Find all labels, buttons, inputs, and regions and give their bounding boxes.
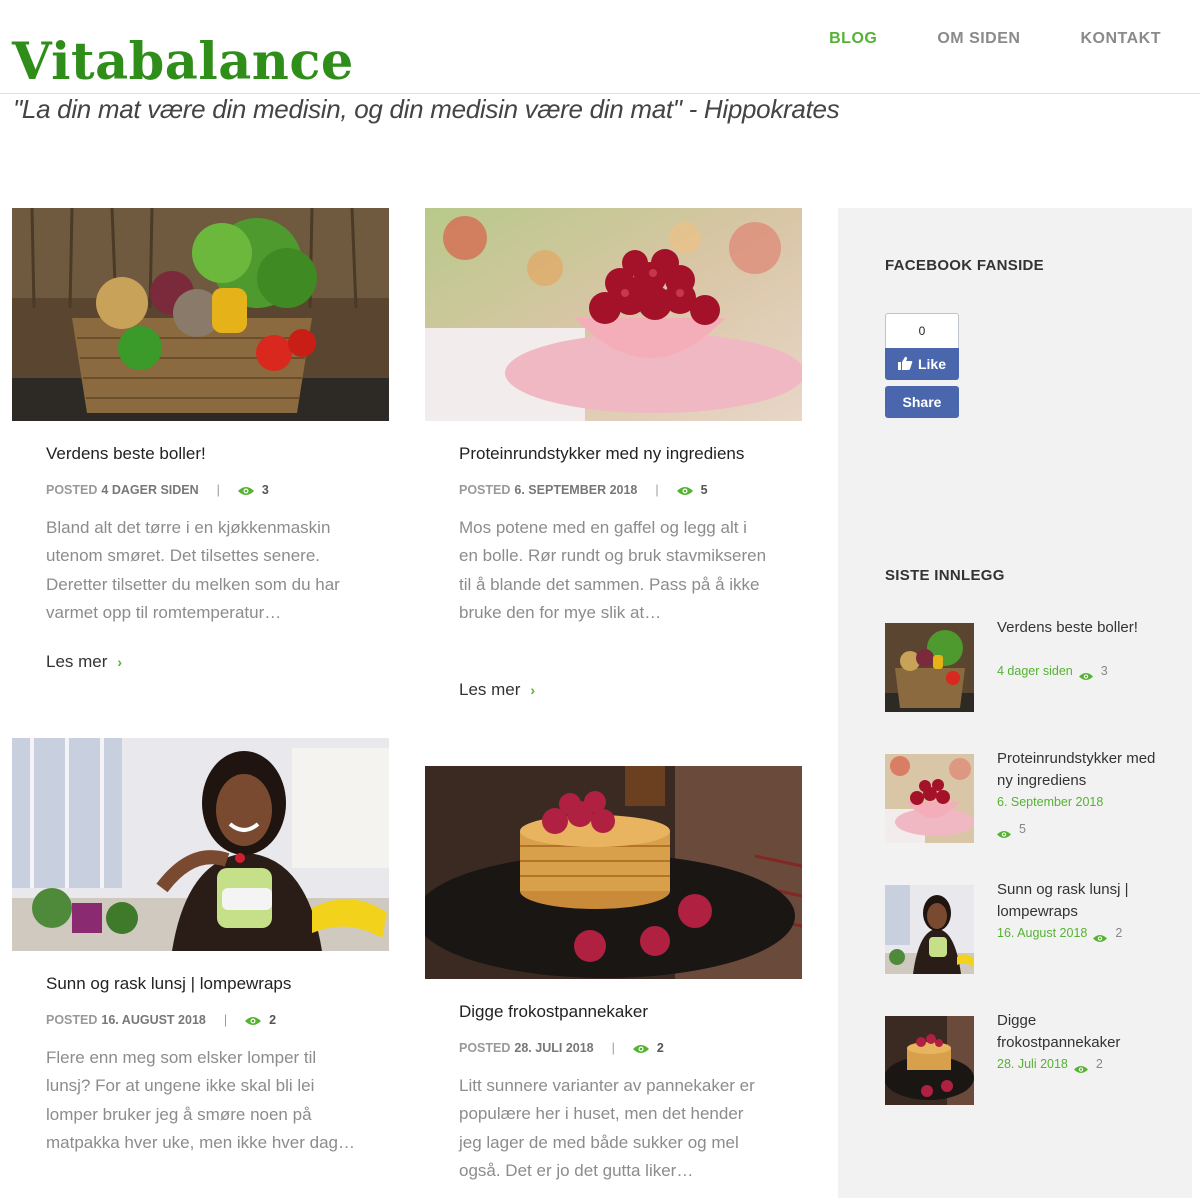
post-date: 16. AUGUST 2018 [101,1013,206,1027]
eye-icon [632,1043,649,1053]
post-card: Digge frokostpannekaker POSTED 28. JULI … [425,766,802,1180]
recent-post-views: 2 [1115,926,1123,940]
recent-post-thumbnail[interactable] [885,754,974,843]
sidebar: FACEBOOK FANSIDE 0 Like Share SISTE INNL… [838,208,1192,1198]
post-meta: POSTED 28. JULI 2018 | 2 [459,1041,664,1055]
recent-post-thumbnail[interactable] [885,885,974,974]
post-title[interactable]: Sunn og rask lunsj | lompewraps [46,974,291,994]
meta-separator: | [611,1041,615,1055]
recent-post-title[interactable]: Digge frokostpannekaker [997,1010,1157,1053]
meta-separator: | [223,1013,228,1027]
site-tagline: "La din mat være din medisin, og din med… [13,94,840,124]
site-header: Vitabalance BLOG OM SIDEN KONTAKT [0,0,1200,94]
posted-label: POSTED [459,483,511,497]
recent-post-date: 16. August 2018 [997,926,1088,940]
read-more-label: Les mer [46,652,108,671]
read-more-label: Les mer [459,680,521,699]
posted-label: POSTED [46,483,98,497]
eye-icon [676,485,693,495]
read-more-link[interactable]: Les mer › [46,652,122,672]
meta-separator: | [655,483,659,497]
post-card: Verdens beste boller! POSTED 4 DAGER SID… [12,208,389,671]
eye-icon [245,1015,262,1025]
post-date: 6. SEPTEMBER 2018 [514,483,638,497]
post-excerpt: Flere enn meg som elsker lomper til luns… [46,1048,355,1153]
post-excerpt: Litt sunnere varianter av pannekaker er … [459,1076,755,1181]
recent-post-views: 5 [1019,822,1026,836]
recent-post-item[interactable]: Sunn og rask lunsj | lompewraps 16. Augu… [885,881,1175,975]
view-count: 3 [261,483,269,497]
fb-like-label: Like [917,356,946,372]
recent-post-title[interactable]: Verdens beste boller! [997,617,1157,639]
post-title[interactable]: Verdens beste boller! [46,444,206,464]
recent-post-meta: 4 dager siden 3 [997,661,1157,682]
meta-separator: | [216,483,220,497]
read-more-link[interactable]: Les mer › [459,680,535,700]
eye-icon [237,485,254,495]
view-count: 5 [700,483,708,497]
post-excerpt: Bland alt det tørre i en kjøkkenmaskin u… [46,518,340,623]
recent-post-meta: 28. Juli 2018 2 [997,1054,1157,1075]
posted-label: POSTED [46,1013,98,1027]
post-meta: POSTED 4 DAGER SIDEN | 3 [46,483,269,497]
post-meta: POSTED 16. AUGUST 2018 | 2 [46,1013,276,1027]
post-title[interactable]: Digge frokostpannekaker [459,1002,648,1022]
site-logo[interactable]: Vitabalance [12,30,354,94]
nav-blog[interactable]: BLOG [829,30,877,48]
recent-post-meta: 16. August 2018 2 [997,923,1157,944]
nav-kontakt[interactable]: KONTAKT [1080,30,1161,48]
post-excerpt: Mos potene med en gaffel og legg alt i e… [459,518,767,623]
recent-post-date: 28. Juli 2018 [997,1057,1068,1071]
post-thumbnail-pancakes[interactable] [425,766,802,979]
eye-icon [1078,667,1095,680]
view-count: 2 [656,1041,664,1055]
recent-post-title[interactable]: Sunn og rask lunsj | lompewraps [997,879,1157,922]
post-thumbnail-woman-eating[interactable] [12,738,389,951]
recent-posts-heading: SISTE INNLEGG [885,567,1005,584]
view-count: 2 [269,1013,277,1027]
eye-icon [1093,929,1109,942]
recent-post-views: 2 [1095,1057,1103,1071]
post-thumbnail-vegetables[interactable] [12,208,389,421]
recent-post-views: 3 [1100,664,1108,678]
recent-post-title[interactable]: Proteinrundstykker med ny ingrediens [997,748,1157,791]
eye-icon [997,825,1013,838]
recent-post-date: 6. September 2018 [997,795,1104,809]
recent-post-item[interactable]: Proteinrundstykker med ny ingrediens 6. … [885,750,1175,844]
post-thumbnail-cherries[interactable] [425,208,802,421]
chevron-right-icon: › [117,654,123,670]
recent-post-item[interactable]: Digge frokostpannekaker 28. Juli 2018 2 [885,1012,1175,1106]
post-date: 4 DAGER SIDEN [101,483,199,497]
recent-post-item[interactable]: Verdens beste boller! 4 dager siden 3 [885,619,1175,713]
thumbs-up-icon [897,356,913,373]
post-meta: POSTED 6. SEPTEMBER 2018 | 5 [459,483,708,497]
recent-post-thumbnail[interactable] [885,623,974,712]
facebook-heading: FACEBOOK FANSIDE [885,257,1044,274]
eye-icon [1073,1060,1090,1073]
fb-like-button[interactable]: Like [885,348,959,380]
recent-post-thumbnail[interactable] [885,1016,974,1105]
chevron-right-icon: › [530,682,536,698]
post-date: 28. JULI 2018 [514,1041,594,1055]
post-title[interactable]: Proteinrundstykker med ny ingrediens [459,444,744,464]
fb-like-count: 0 [885,313,959,349]
fb-share-button[interactable]: Share [885,386,959,418]
recent-post-date: 4 dager siden [997,664,1073,678]
post-card: Proteinrundstykker med ny ingrediens POS… [425,208,802,699]
recent-post-meta: 6. September 2018 5 [997,792,1157,840]
posted-label: POSTED [459,1041,511,1055]
post-card: Sunn og rask lunsj | lompewraps POSTED 1… [12,738,389,1152]
main-nav: BLOG OM SIDEN KONTAKT [829,30,1161,48]
nav-om-siden[interactable]: OM SIDEN [937,30,1020,48]
